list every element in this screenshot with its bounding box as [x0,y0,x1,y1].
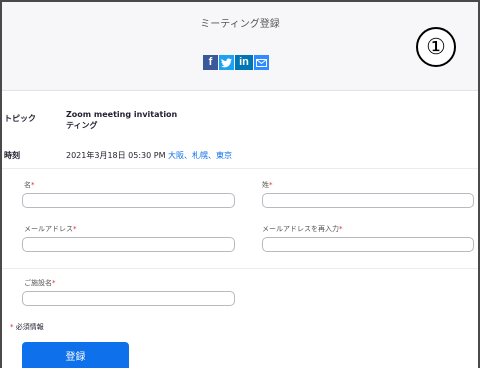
page-title: ミーティング登録 [200,19,280,30]
required-note: * 必須情報 [10,323,44,331]
topic-value: Zoom meeting invitation [66,110,178,119]
email-share-icon[interactable] [254,55,269,70]
step-number-badge: ① [416,27,456,67]
email-input[interactable] [22,237,235,252]
time-label: 時刻 [4,151,20,160]
divider [2,168,478,169]
topic-label: トピック [4,114,36,123]
linkedin-share-icon[interactable]: in [235,55,253,70]
timezone-link[interactable]: 大阪、札幌、東京 [168,151,232,160]
register-button[interactable]: 登録 [22,342,129,368]
header: ミーティング登録 [2,2,478,91]
first-name-label: 名* [24,181,35,189]
company-label: ご施設名* [24,279,56,287]
first-name-input[interactable] [22,193,235,208]
email-confirm-label: メールアドレスを再入力* [262,225,343,233]
email-confirm-input[interactable] [262,237,474,252]
company-input[interactable] [22,291,235,306]
twitter-share-icon[interactable] [219,55,234,70]
topic-value-line2: ティング [66,121,98,130]
email-label: メールアドレス* [24,225,77,233]
divider [2,268,478,269]
last-name-label: 姓* [262,181,273,189]
time-date: 2021年3月18日 05:30 PM [66,151,169,160]
last-name-input[interactable] [262,193,474,208]
facebook-share-icon[interactable]: f [203,55,218,70]
time-value: 2021年3月18日 05:30 PM 大阪、札幌、東京 [66,150,232,161]
